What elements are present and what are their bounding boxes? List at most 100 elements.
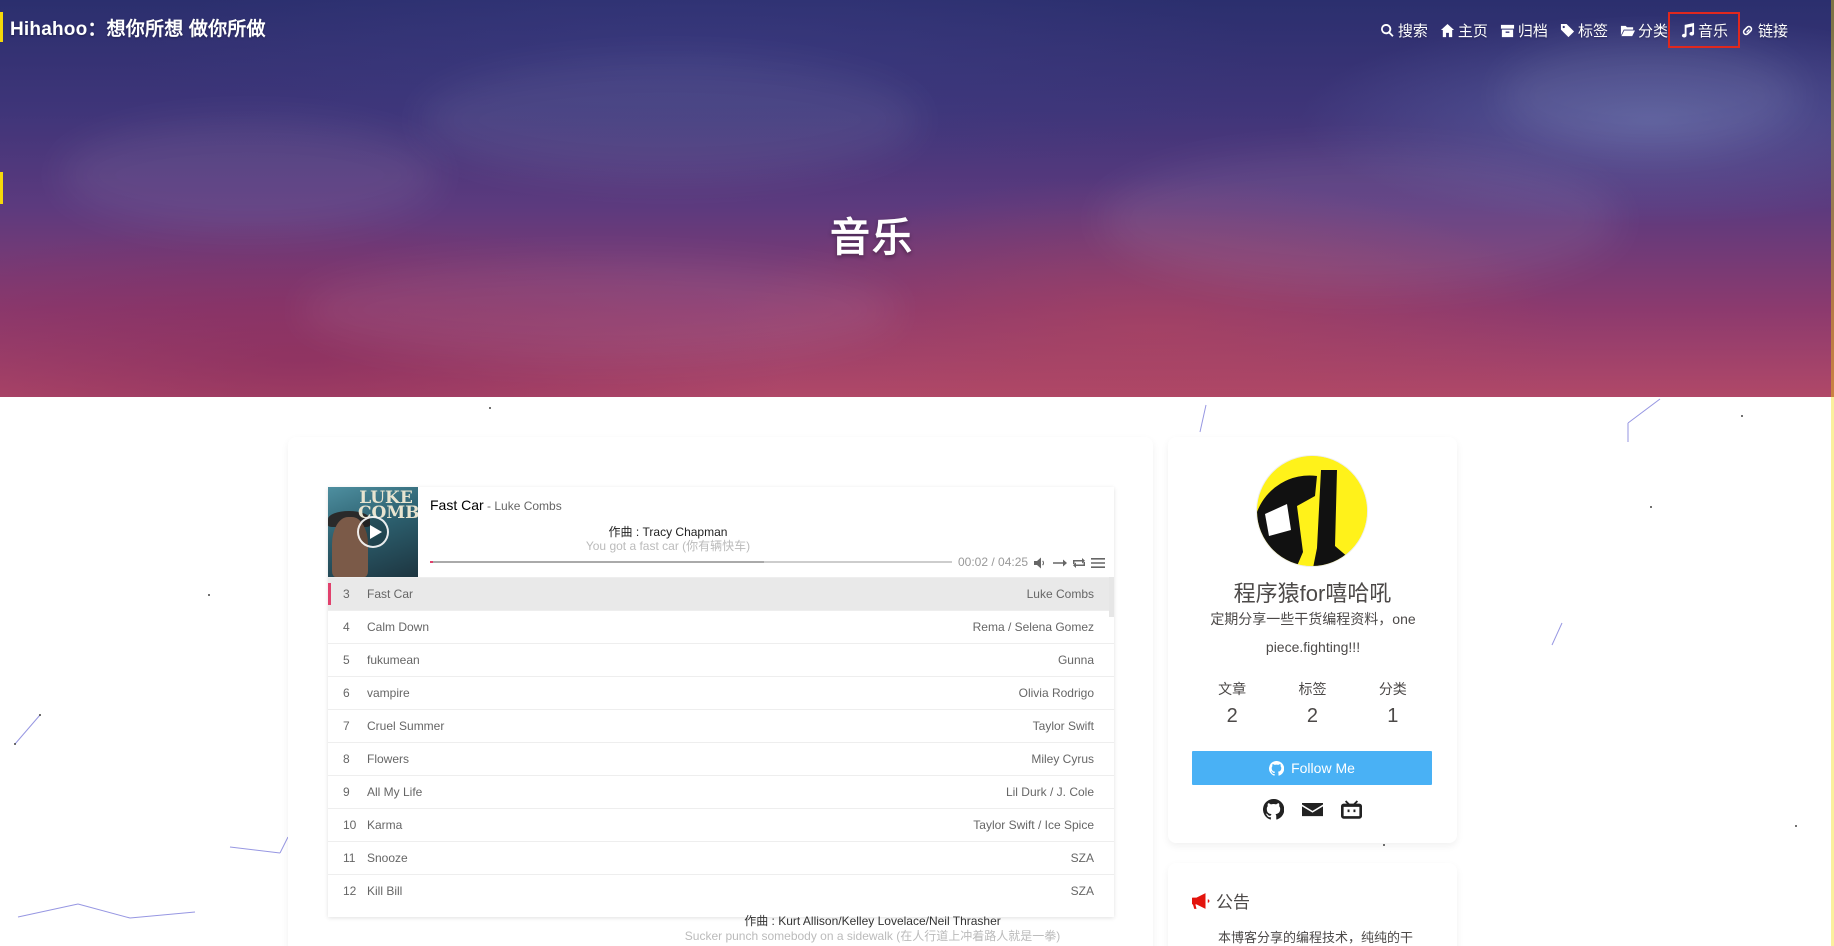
track-index: 8 [343, 752, 350, 766]
loop-icon[interactable] [1072, 556, 1086, 568]
playlist-item[interactable]: 5 fukumean Gunna [328, 643, 1114, 676]
playlist-icon[interactable] [1091, 556, 1105, 568]
nav-item-home[interactable]: 主页 [1434, 18, 1494, 42]
playlist-item[interactable]: 10 Karma Taylor Swift / Ice Spice [328, 808, 1114, 841]
track-artist: SZA [1070, 884, 1094, 898]
music-player[interactable]: LUKE COMBS Fast Car - Luke Combs 作曲 : Tr… [328, 487, 1114, 917]
left-accent-bar [0, 172, 3, 204]
playlist-item[interactable]: 4 Calm Down Rema / Selena Gomez [328, 610, 1114, 643]
avatar[interactable] [1256, 455, 1368, 567]
github-icon[interactable] [1262, 798, 1285, 825]
home-icon [1440, 23, 1454, 37]
notice-title: 公告 [1216, 893, 1250, 912]
notice-header: 公告 [1192, 888, 1250, 913]
track-index: 6 [343, 686, 350, 700]
search-icon [1380, 23, 1394, 37]
track-index: 7 [343, 719, 350, 733]
avatar-logo-icon [1257, 456, 1367, 566]
track-index: 11 [343, 851, 356, 865]
nav-item-search[interactable]: 搜索 [1374, 18, 1434, 42]
stat-label: 文章 [1218, 681, 1247, 697]
social-links [1168, 798, 1457, 825]
notice-card: 公告 本博客分享的编程技术，纯纯的干 [1168, 863, 1457, 946]
track-artist: Taylor Swift [1032, 719, 1094, 733]
stat-label: 标签 [1298, 681, 1327, 697]
nav-label: 标签 [1577, 22, 1608, 40]
stat-categories[interactable]: 分类 1 [1353, 679, 1433, 728]
stat-tags[interactable]: 标签 2 [1272, 679, 1352, 728]
stat-value: 2 [1226, 705, 1238, 727]
top-nav: 搜索 主页 归档 标签 分类 音乐 链接 [1374, 12, 1794, 48]
playlist-item[interactable]: 6 vampire Olivia Rodrigo [328, 676, 1114, 709]
stat-value: 1 [1387, 705, 1399, 727]
track-artist: Luke Combs [1026, 587, 1094, 601]
now-playing-title: Fast Car - Luke Combs [430, 497, 562, 513]
nav-label: 搜索 [1397, 22, 1428, 40]
track-artist: Olivia Rodrigo [1018, 686, 1094, 700]
author-card: 程序猿for嘻哈吼 定期分享一些干货编程资料，one piece.fightin… [1168, 437, 1457, 843]
follow-me-button[interactable]: Follow Me [1192, 751, 1432, 785]
left-accent-bar [0, 12, 3, 42]
nav-item-links[interactable]: 链接 [1734, 18, 1794, 42]
lyric-next: You got a fast car (你有辆快车) [585, 539, 751, 553]
song-artist: - Luke Combs [483, 499, 562, 513]
nav-label: 音乐 [1697, 22, 1728, 40]
playlist-item[interactable]: 11 Snooze SZA [328, 841, 1114, 874]
progress-played [430, 561, 433, 563]
play-button[interactable] [357, 516, 389, 548]
track-artist: SZA [1070, 851, 1094, 865]
track-artist: Gunna [1057, 653, 1094, 667]
bullhorn-icon [1192, 892, 1210, 909]
track-index: 10 [343, 818, 357, 832]
stat-articles[interactable]: 文章 2 [1192, 679, 1272, 728]
progress-bar[interactable] [430, 561, 952, 563]
playlist-item[interactable]: 12 Kill Bill SZA [328, 874, 1114, 907]
track-index: 12 [343, 884, 357, 898]
playlist-item[interactable]: 8 Flowers Miley Cyrus [328, 742, 1114, 775]
track-index: 5 [343, 653, 350, 667]
nav-item-archive[interactable]: 归档 [1494, 18, 1554, 42]
music-icon [1681, 22, 1695, 37]
volume-icon[interactable] [1034, 556, 1048, 569]
page-title: 音乐 [830, 216, 914, 260]
author-description: 定期分享一些干货编程资料，one piece.fighting!!! [1210, 611, 1416, 655]
nav-item-categories[interactable]: 分类 [1614, 18, 1674, 42]
track-index: 4 [343, 620, 350, 634]
bilibili-icon[interactable] [1341, 799, 1362, 825]
notice-text: 本博客分享的编程技术，纯纯的干 [1192, 927, 1432, 946]
player-header: LUKE COMBS Fast Car - Luke Combs 作曲 : Tr… [328, 487, 1114, 577]
track-title: Fast Car [367, 587, 414, 601]
nav-label: 归档 [1517, 22, 1548, 40]
track-title: Kill Bill [367, 884, 403, 898]
nav-item-tags[interactable]: 标签 [1554, 18, 1614, 42]
github-icon [1269, 760, 1285, 776]
stat-label: 分类 [1378, 681, 1407, 697]
track-title: All My Life [367, 785, 423, 799]
nav-label: 主页 [1457, 22, 1488, 40]
envelope-icon[interactable] [1302, 799, 1323, 825]
playlist-scrollbar[interactable] [1109, 577, 1114, 617]
site-name[interactable]: Hihahoo：想你所想 做你所做 [10, 14, 266, 41]
track-index: 9 [343, 785, 350, 799]
playlist-item[interactable]: 7 Cruel Summer Taylor Swift [328, 709, 1114, 742]
track-title: vampire [367, 686, 410, 700]
playlist-item[interactable]: 9 All My Life Lil Durk / J. Cole [328, 775, 1114, 808]
track-title: Cruel Summer [367, 719, 445, 733]
track-title: fukumean [367, 653, 420, 667]
nav-label: 分类 [1637, 22, 1668, 40]
track-title: Snooze [367, 851, 408, 865]
floating-lyric-next: Sucker punch somebody on a sidewalk (在人行… [684, 929, 1061, 943]
follow-me-label: Follow Me [1291, 760, 1355, 776]
site-stats: 文章 2 标签 2 分类 1 [1192, 679, 1433, 728]
folder-open-icon [1620, 25, 1635, 36]
track-title: Calm Down [367, 620, 430, 634]
playlist-item[interactable]: 3 Fast Car Luke Combs [328, 577, 1114, 610]
nav-item-music[interactable]: 音乐 [1667, 12, 1740, 48]
album-cover[interactable]: LUKE COMBS [328, 487, 418, 577]
nav-label: 链接 [1757, 22, 1788, 40]
track-title: Flowers [367, 752, 410, 766]
author-name: 程序猿for嘻哈吼 [1233, 581, 1392, 606]
order-icon[interactable] [1053, 556, 1067, 568]
progress-loaded [430, 561, 765, 563]
song-title: Fast Car [430, 497, 484, 513]
